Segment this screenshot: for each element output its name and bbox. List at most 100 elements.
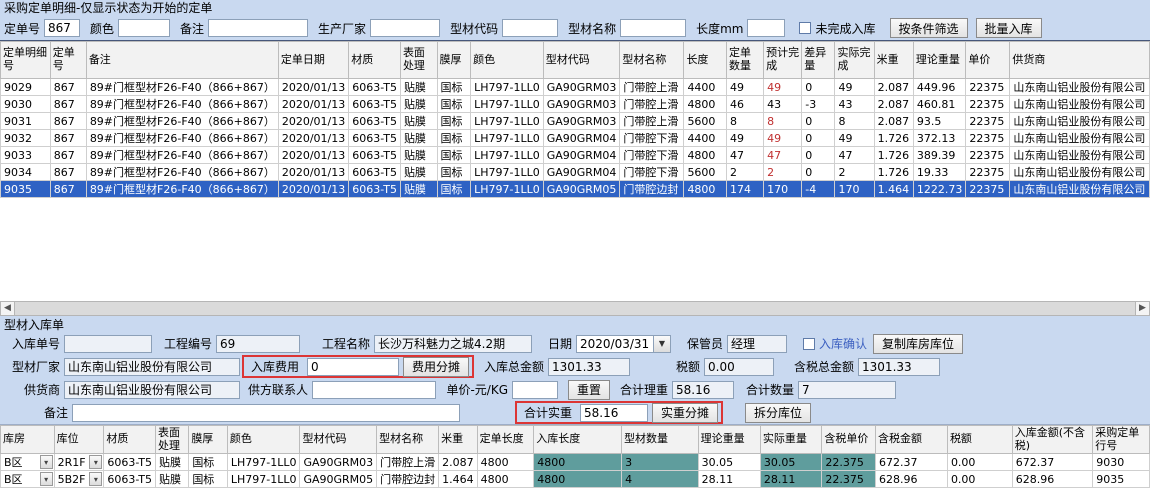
cell[interactable]: 山东南山铝业股份有限公司 <box>1010 79 1150 96</box>
cell[interactable]: 28.11 <box>760 471 821 488</box>
batch-inbound-button[interactable]: 批量入库 <box>976 18 1042 38</box>
split-location-button[interactable]: 拆分库位 <box>745 403 811 423</box>
cell[interactable]: 1222.73 <box>913 181 966 198</box>
cell[interactable]: 1.464 <box>874 181 913 198</box>
project-name-field[interactable] <box>374 335 532 353</box>
cell[interactable]: 47 <box>835 147 874 164</box>
cell[interactable]: 4400 <box>684 79 727 96</box>
cell[interactable]: 170 <box>764 181 802 198</box>
cell[interactable]: 2020/01/13 <box>278 113 348 130</box>
cell[interactable]: 门带腔下滑 <box>620 147 684 164</box>
cell[interactable]: 6063-T5 <box>349 181 401 198</box>
cell[interactable]: LH797-1LL0 <box>471 113 544 130</box>
cell[interactable]: GA90GRM03 <box>543 79 620 96</box>
inbound-no-field[interactable] <box>64 335 152 353</box>
cell[interactable]: 867 <box>50 130 86 147</box>
cell[interactable]: 贴膜 <box>400 113 437 130</box>
cell[interactable]: 6063-T5 <box>349 113 401 130</box>
table-row[interactable]: 903486789#门框型材F26-F40（866+867）2020/01/13… <box>1 164 1150 181</box>
cell[interactable]: 49 <box>835 79 874 96</box>
cell[interactable]: GA90GRM04 <box>543 130 620 147</box>
cell[interactable]: 867 <box>50 113 86 130</box>
cell[interactable]: LH797-1LL0 <box>471 130 544 147</box>
cell[interactable]: 867 <box>50 147 86 164</box>
cell[interactable]: 8 <box>835 113 874 130</box>
cell[interactable]: 22.375 <box>822 471 876 488</box>
cell[interactable]: 山东南山铝业股份有限公司 <box>1010 113 1150 130</box>
cell[interactable]: 0.00 <box>947 471 1012 488</box>
cell[interactable]: 山东南山铝业股份有限公司 <box>1010 181 1150 198</box>
table-row[interactable]: 903186789#门框型材F26-F40（866+867）2020/01/13… <box>1 113 1150 130</box>
cell[interactable]: 5600 <box>684 164 727 181</box>
cell[interactable]: 1.726 <box>874 130 913 147</box>
cell[interactable]: 4800 <box>477 454 534 471</box>
cell[interactable]: 49 <box>835 130 874 147</box>
cell[interactable]: 628.96 <box>1012 471 1093 488</box>
cell[interactable]: 国标 <box>437 79 471 96</box>
cell[interactable]: 22375 <box>966 79 1010 96</box>
cell[interactable]: 门带腔上滑 <box>620 96 684 113</box>
filter-input[interactable] <box>118 19 170 37</box>
cell[interactable]: 46 <box>727 96 764 113</box>
cell[interactable]: 672.37 <box>1012 454 1093 471</box>
cell[interactable]: 贴膜 <box>400 96 437 113</box>
cell[interactable]: 5B2F▾ <box>54 471 104 488</box>
cell[interactable]: 2020/01/13 <box>278 96 348 113</box>
cell[interactable]: 4 <box>622 471 699 488</box>
cell[interactable]: 2.087 <box>439 454 478 471</box>
cell[interactable]: GA90GRM04 <box>543 164 620 181</box>
cell[interactable]: 30.05 <box>760 454 821 471</box>
cell[interactable]: 9029 <box>1 79 51 96</box>
cell[interactable]: LH797-1LL0 <box>471 96 544 113</box>
cell[interactable]: 4800 <box>684 96 727 113</box>
cell[interactable]: 0 <box>802 164 835 181</box>
cell[interactable]: 国标 <box>437 164 471 181</box>
cell[interactable]: 47 <box>727 147 764 164</box>
filter-input[interactable] <box>44 19 80 37</box>
cell[interactable]: -3 <box>802 96 835 113</box>
cell[interactable]: 2020/01/13 <box>278 147 348 164</box>
cell[interactable]: 贴膜 <box>400 79 437 96</box>
cell[interactable]: 4800 <box>534 454 622 471</box>
cell[interactable]: 贴膜 <box>156 471 189 488</box>
cell[interactable]: LH797-1LL0 <box>471 164 544 181</box>
cell[interactable]: LH797-1LL0 <box>227 471 300 488</box>
cell[interactable]: 4800 <box>534 471 622 488</box>
cell[interactable]: GA90GRM03 <box>543 113 620 130</box>
cell[interactable]: 6063-T5 <box>349 164 401 181</box>
cell[interactable]: 国标 <box>437 130 471 147</box>
cell[interactable]: 43 <box>835 96 874 113</box>
cell[interactable]: 9032 <box>1 130 51 147</box>
cell[interactable]: 89#门框型材F26-F40（866+867） <box>86 181 278 198</box>
cell[interactable]: 867 <box>50 181 86 198</box>
cell[interactable]: 0 <box>802 79 835 96</box>
dropdown-arrow-icon[interactable]: ▾ <box>89 455 102 469</box>
supplier-contact-field[interactable] <box>312 381 436 399</box>
dropdown-arrow-icon[interactable]: ▾ <box>89 472 102 486</box>
tax-total-field[interactable] <box>858 358 940 376</box>
filter-input[interactable] <box>747 19 785 37</box>
keeper-field[interactable] <box>727 335 787 353</box>
cell[interactable]: 867 <box>50 164 86 181</box>
cell[interactable]: 460.81 <box>913 96 966 113</box>
cell[interactable]: GA90GRM04 <box>543 147 620 164</box>
cell[interactable]: LH797-1LL0 <box>471 79 544 96</box>
cell[interactable]: 2 <box>727 164 764 181</box>
cell[interactable]: 6063-T5 <box>349 130 401 147</box>
cell[interactable]: LH797-1LL0 <box>471 181 544 198</box>
cell[interactable]: 49 <box>764 79 802 96</box>
cell[interactable]: 国标 <box>437 181 471 198</box>
cell[interactable]: -4 <box>802 181 835 198</box>
cell[interactable]: 22375 <box>966 130 1010 147</box>
cell[interactable]: 867 <box>50 79 86 96</box>
cell[interactable]: 9035 <box>1 181 51 198</box>
cell[interactable]: GA90GRM03 <box>543 96 620 113</box>
reset-button[interactable]: 重置 <box>568 380 610 400</box>
cell[interactable]: 1.726 <box>874 164 913 181</box>
table-row[interactable]: B区▾2R1F▾6063-T5贴膜国标LH797-1LL0GA90GRM03门带… <box>1 454 1150 471</box>
cell[interactable]: 22375 <box>966 113 1010 130</box>
cell[interactable]: 9034 <box>1 164 51 181</box>
cell[interactable]: 贴膜 <box>400 164 437 181</box>
cell[interactable]: 门带腔下滑 <box>620 164 684 181</box>
cell[interactable]: 国标 <box>189 454 228 471</box>
